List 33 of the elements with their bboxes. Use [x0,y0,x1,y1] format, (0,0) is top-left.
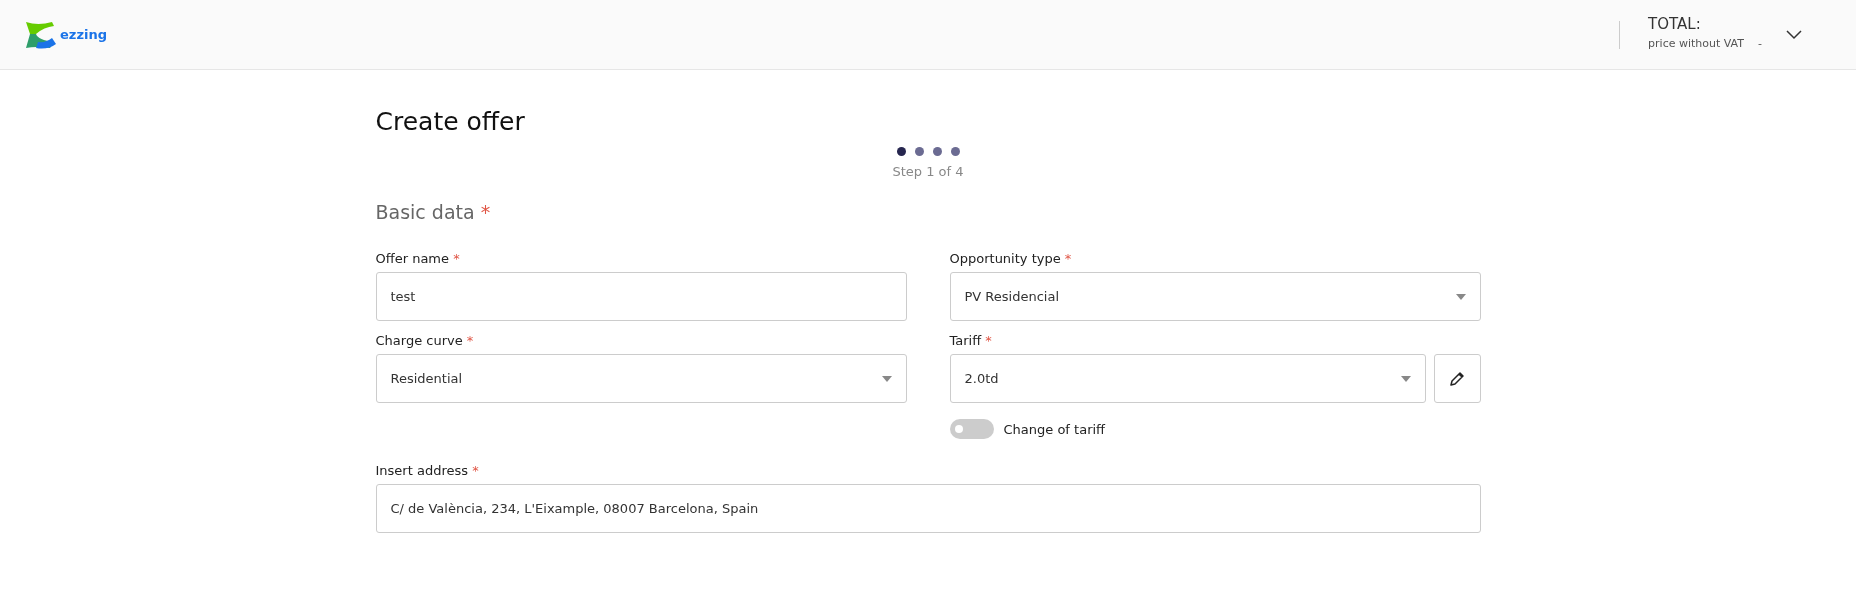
total-label: TOTAL: [1648,15,1702,33]
page-title: Create offer [375,106,526,138]
required-mark: * [453,251,460,266]
price-value: - [1758,37,1762,50]
logo-text[interactable]: ezzing [60,27,107,42]
caret-down-icon [1455,293,1466,300]
chevron-down-icon [1786,29,1802,40]
logo-icon [24,19,58,50]
price-label: price without VAT [1648,37,1744,50]
caret-down-icon [881,375,892,382]
field-label: Offer name [375,251,450,266]
step-indicator-text: Step 1 of 4 [892,164,964,179]
text-field[interactable]: test [375,272,907,321]
dropdown-field[interactable]: Residential [375,354,907,403]
required-mark: * [466,333,474,348]
field-label: Tariff [949,333,982,348]
dropdown-field[interactable]: 2.0td [949,354,1426,403]
required-mark: * [472,463,479,478]
toggle-label: Change of tariff [1003,421,1106,437]
edit-button[interactable] [1433,354,1481,403]
required-mark: * [985,333,992,348]
expand-button[interactable] [1786,29,1802,40]
toggle-switch[interactable] [949,419,994,439]
pencil-icon [1448,369,1466,388]
caret-down-icon [1400,375,1411,382]
field-label: Charge curve [375,333,463,348]
field-label: Insert address [375,463,468,478]
required-mark: * [480,201,491,223]
dropdown-field[interactable]: PV Residencial [949,272,1481,321]
field-label: Opportunity type [949,251,1061,266]
section-title: Basic data [375,201,475,223]
text-field[interactable]: C/ de València, 234, L'Eixample, 08007 Barcelona, Spain [375,484,1481,533]
required-mark: * [1064,251,1072,266]
